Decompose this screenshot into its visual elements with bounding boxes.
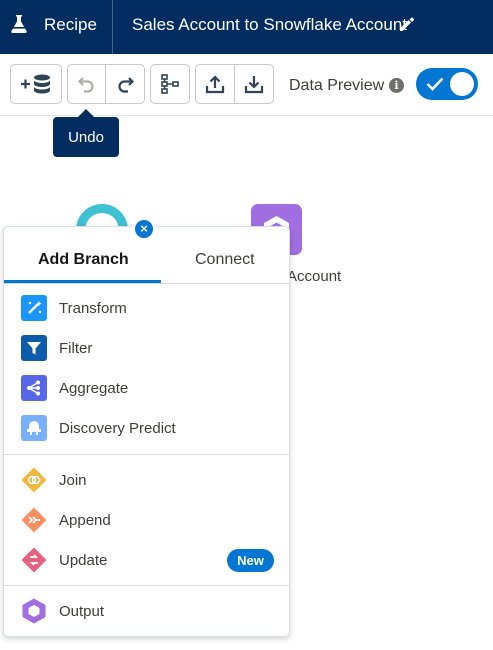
redo-icon: [118, 77, 134, 93]
menu-item-label: Append: [59, 512, 111, 529]
check-icon: [426, 77, 444, 91]
menu-item-label: Aggregate: [59, 380, 129, 397]
header-divider: [112, 0, 113, 54]
tooltip-arrow: [78, 109, 94, 117]
data-preview-toggle[interactable]: [416, 68, 478, 100]
tab-connect[interactable]: Connect: [195, 251, 255, 269]
recipe-editor: Recipe Sales Account to Snowflake Accoun…: [0, 0, 493, 650]
new-badge: New: [227, 549, 274, 572]
menu-item-label: Filter: [59, 340, 93, 357]
app-label: Recipe: [44, 15, 97, 34]
data-preview-label: Data Preview: [289, 77, 385, 94]
menu-item-discovery-predict[interactable]: Discovery Predict: [4, 408, 289, 448]
auto-layout-button[interactable]: [150, 64, 190, 104]
close-icon[interactable]: ×: [133, 218, 155, 240]
menu-item-label: Output: [59, 603, 105, 620]
undo-button[interactable]: [67, 64, 106, 104]
app-switcher[interactable]: Recipe: [0, 0, 112, 54]
add-database-icon: [21, 74, 50, 94]
transform-icon: [21, 295, 47, 321]
menu-item-transform[interactable]: Transform: [4, 288, 289, 328]
join-icon: [21, 467, 47, 493]
append-icon: [21, 507, 47, 533]
menu-item-label: Join: [59, 472, 87, 489]
output-icon: [22, 598, 46, 624]
undo-icon: [77, 77, 94, 93]
discovery-predict-icon: [21, 415, 47, 441]
undo-tooltip: Undo: [53, 117, 119, 157]
menu-separator: [4, 585, 289, 586]
active-tab-indicator: [4, 280, 161, 283]
menu-item-label: Update: [59, 552, 108, 569]
header-bar: Recipe Sales Account to Snowflake Accoun…: [0, 0, 493, 54]
filter-icon: [21, 335, 47, 361]
toggle-knob: [450, 72, 474, 96]
output-node-label: Account: [287, 268, 342, 285]
download-button[interactable]: [234, 64, 274, 104]
menu-item-join[interactable]: Join: [4, 460, 289, 500]
add-branch-popover: Add Branch Connect Transform Filter Aggr…: [3, 226, 290, 637]
toolbar: Data Preview i: [0, 54, 493, 116]
download-icon: [244, 76, 264, 94]
menu-item-label: Discovery Predict: [59, 420, 176, 437]
menu-item-aggregate[interactable]: Aggregate: [4, 368, 289, 408]
menu-item-append[interactable]: Append: [4, 500, 289, 540]
hierarchy-icon: [161, 74, 179, 94]
add-data-button[interactable]: [10, 64, 62, 104]
upload-button[interactable]: [195, 64, 235, 104]
info-icon[interactable]: i: [389, 78, 404, 93]
menu-item-filter[interactable]: Filter: [4, 328, 289, 368]
upload-icon: [205, 75, 225, 94]
menu-item-output[interactable]: Output: [4, 591, 289, 631]
flask-icon: [11, 15, 27, 33]
recipe-title: Sales Account to Snowflake Account: [132, 15, 408, 34]
redo-button[interactable]: [105, 64, 145, 104]
menu-item-label: Transform: [59, 300, 127, 317]
menu-separator: [4, 454, 289, 455]
pencil-icon[interactable]: [398, 15, 416, 33]
menu-item-update[interactable]: Update New: [4, 540, 289, 580]
aggregate-icon: [21, 375, 47, 401]
update-icon: [21, 547, 47, 573]
tab-add-branch[interactable]: Add Branch: [38, 251, 129, 269]
